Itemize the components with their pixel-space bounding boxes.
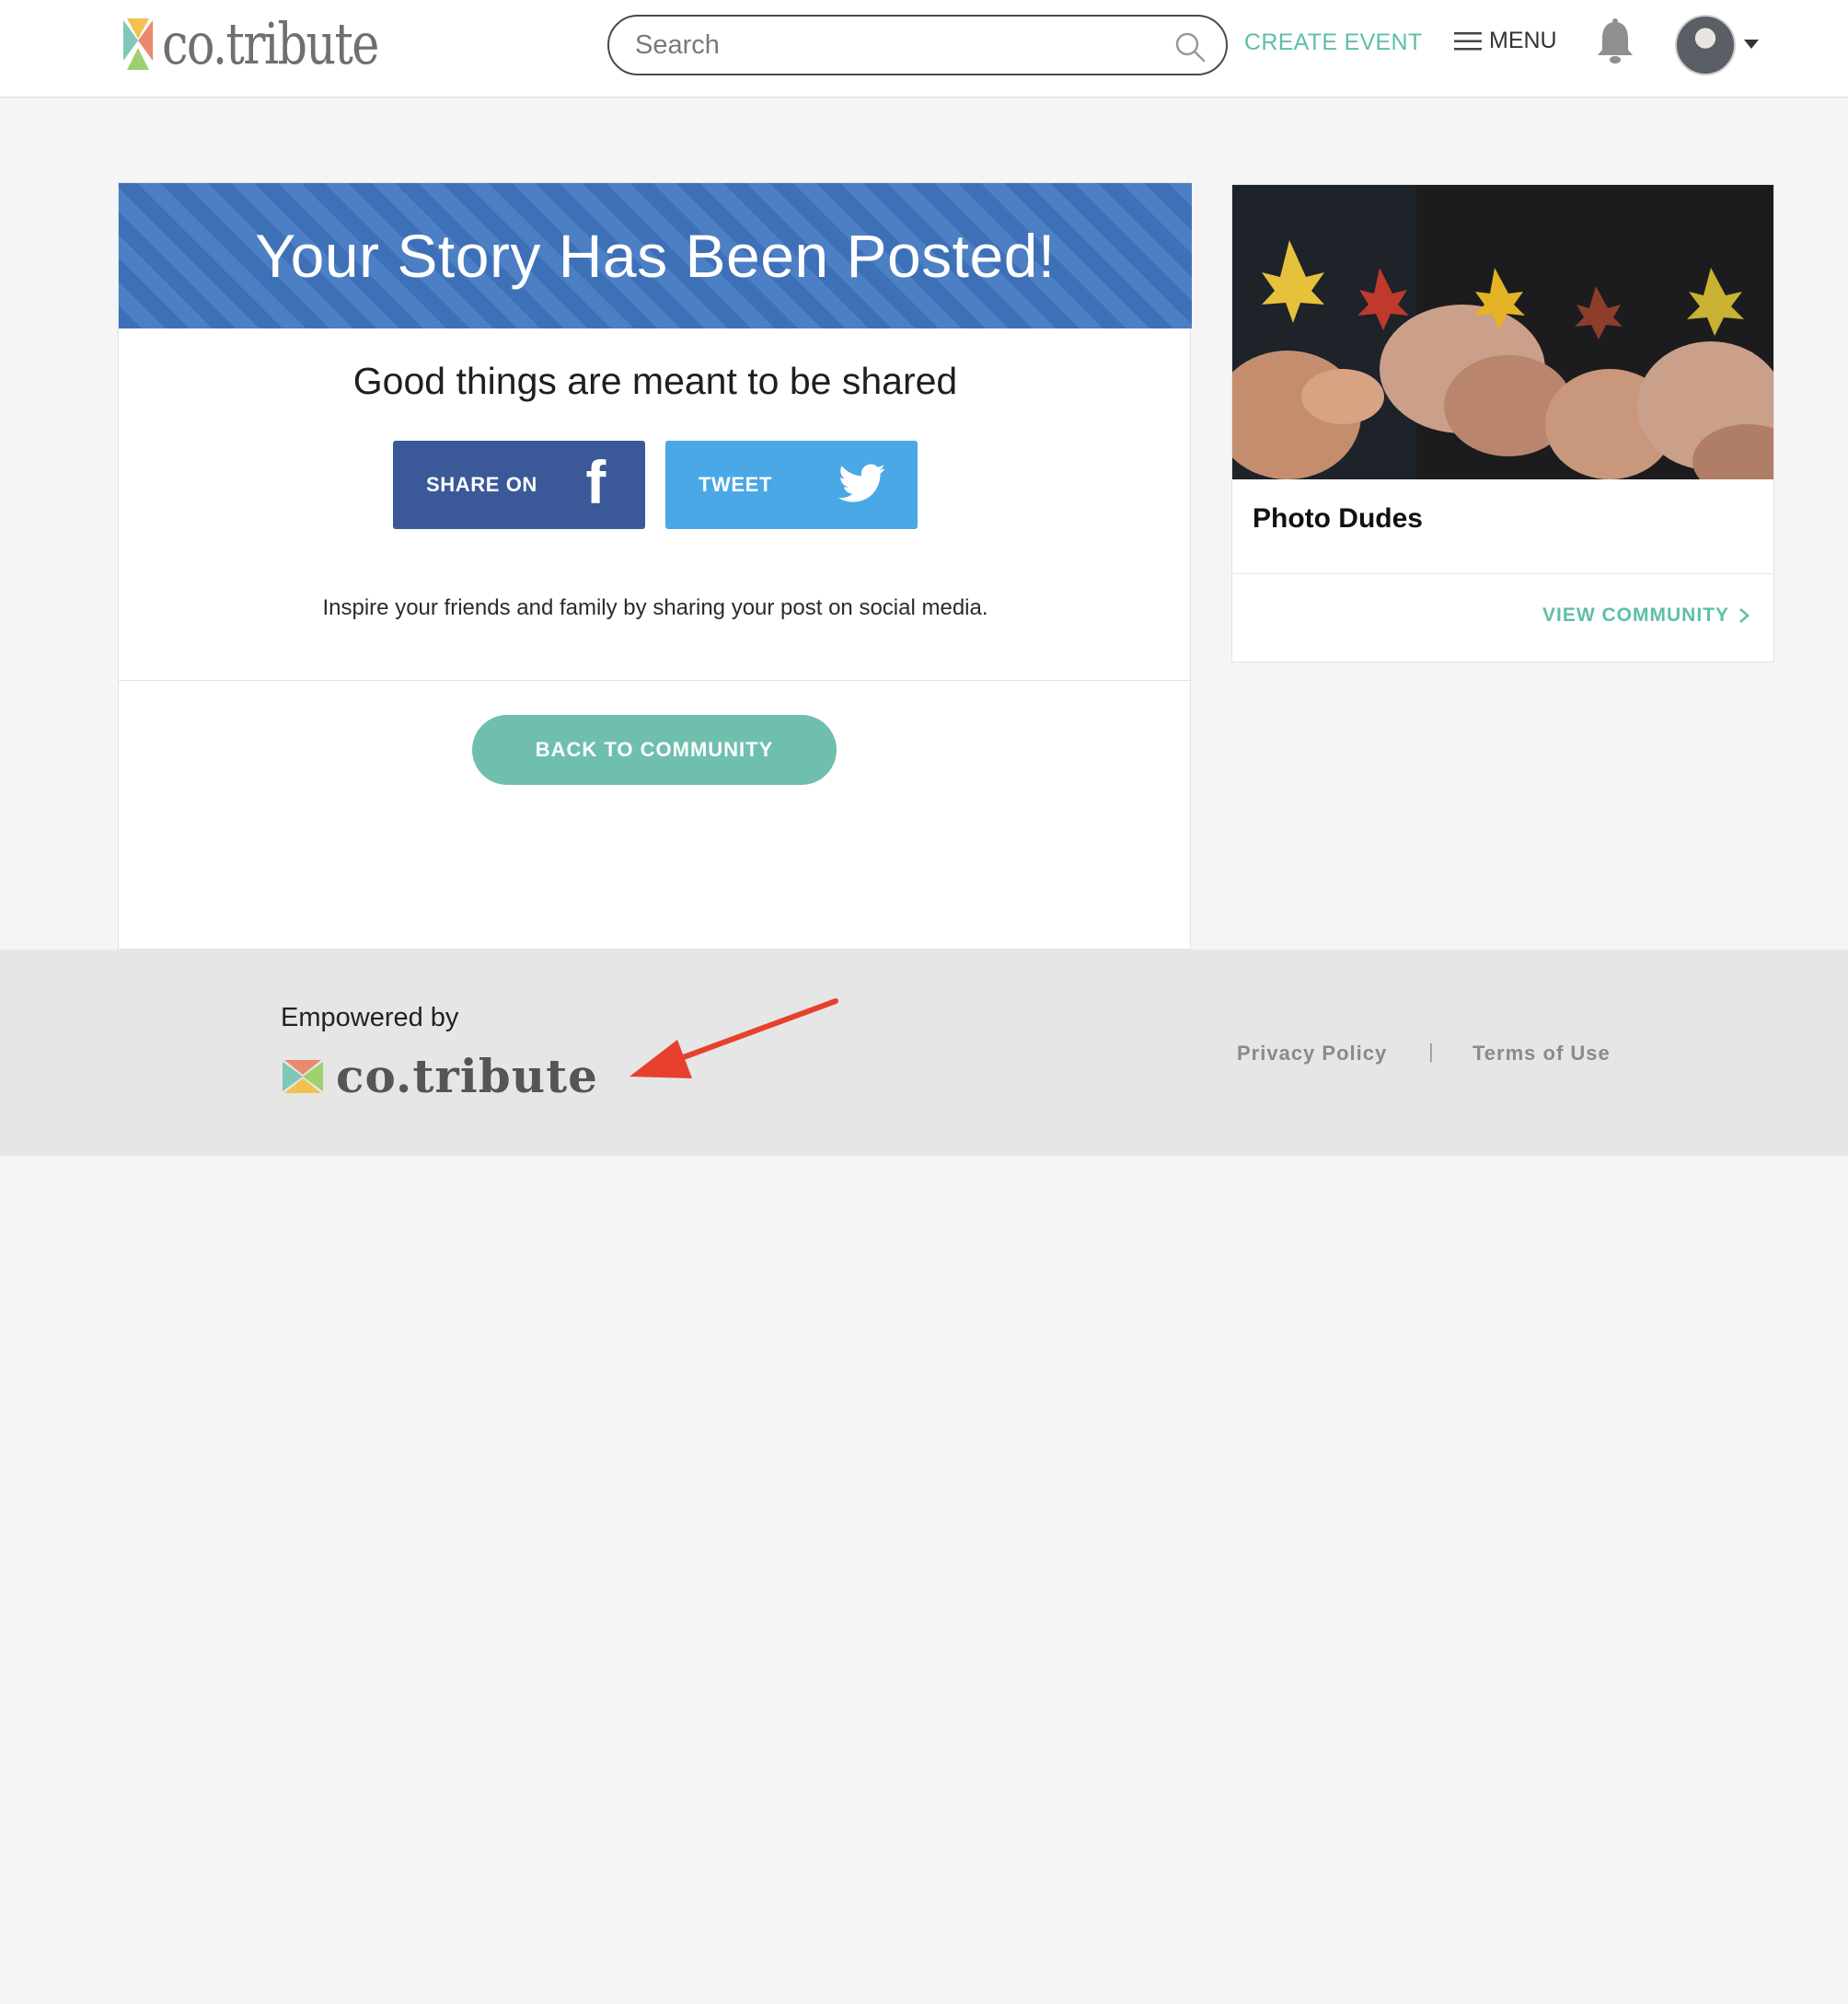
confirmation-card: Your Story Has Been Posted! Good things … — [118, 182, 1192, 950]
search-box[interactable] — [607, 15, 1228, 75]
search-icon[interactable] — [1174, 31, 1206, 63]
hamburger-icon — [1454, 31, 1482, 50]
search-input[interactable] — [635, 26, 1150, 64]
terms-of-use-link[interactable]: Terms of Use — [1473, 1042, 1611, 1065]
menu-label: MENU — [1489, 28, 1557, 53]
logo-mark-icon — [283, 1059, 323, 1093]
page-title: Your Story Has Been Posted! — [255, 222, 1056, 290]
site-logo[interactable]: co.tribute — [121, 11, 425, 77]
footer-logo-text: co.tribute — [336, 1049, 598, 1103]
caret-down-icon[interactable] — [1743, 39, 1760, 50]
view-community-label: VIEW COMMUNITY — [1542, 605, 1729, 626]
community-photo — [1232, 185, 1773, 479]
community-card: Photo Dudes VIEW COMMUNITY — [1231, 184, 1774, 662]
twitter-icon — [838, 464, 884, 502]
divider — [1232, 573, 1773, 574]
banner: Your Story Has Been Posted! — [119, 183, 1192, 328]
chevron-right-icon — [1739, 608, 1750, 623]
community-name[interactable]: Photo Dudes — [1253, 503, 1423, 535]
view-community-link[interactable]: VIEW COMMUNITY — [1542, 605, 1750, 627]
share-subtitle: Good things are meant to be shared — [352, 360, 958, 402]
menu-button[interactable]: MENU — [1454, 28, 1557, 54]
facebook-icon: f — [585, 448, 606, 516]
empowered-by-label: Empowered by — [281, 1003, 459, 1032]
footer-link-separator: | — [1428, 1040, 1434, 1063]
share-facebook-button[interactable]: SHARE ON f — [393, 441, 645, 529]
logo-mark-icon — [123, 18, 153, 70]
top-nav: co.tribute CREATE EVENT MENU — [0, 0, 1848, 98]
share-instructions: Inspire your friends and family by shari… — [322, 595, 988, 620]
red-arrow-annotation — [629, 998, 838, 1078]
tweet-label: TWEET — [699, 473, 772, 496]
tweet-button[interactable]: TWEET — [665, 441, 918, 529]
divider — [119, 680, 1192, 681]
create-event-link[interactable]: CREATE EVENT — [1244, 29, 1422, 56]
logo-text: co.tribute — [162, 10, 379, 77]
bell-icon[interactable] — [1594, 18, 1636, 66]
community-photo-illustration — [1232, 185, 1773, 479]
footer-logo[interactable]: co.tribute — [281, 1049, 598, 1103]
avatar[interactable] — [1675, 15, 1736, 75]
footer: Empowered by co.tribute Privacy Policy |… — [0, 950, 1848, 1156]
back-to-community-button[interactable]: BACK TO COMMUNITY — [472, 715, 837, 785]
privacy-policy-link[interactable]: Privacy Policy — [1237, 1042, 1387, 1065]
share-facebook-label: SHARE ON — [426, 473, 537, 496]
